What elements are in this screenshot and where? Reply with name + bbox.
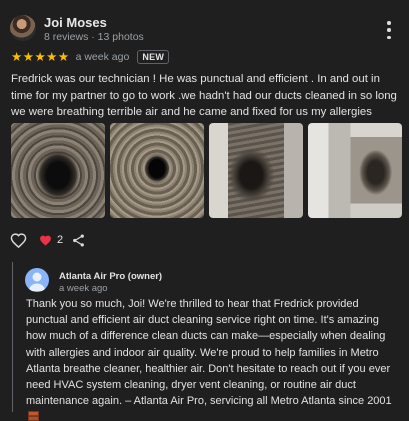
review-photo[interactable] [11,123,105,218]
person-icon [28,272,46,291]
more-options-button[interactable] [383,21,395,39]
brick-emoji-icon [28,411,39,421]
rating-row: ★ ★ ★ ★ ★ a week ago NEW [11,50,170,64]
review-photo[interactable] [308,123,402,218]
owner-reply-time: a week ago [59,283,108,294]
author-meta: 8 reviews · 13 photos [44,31,144,43]
more-dot [387,35,391,39]
owner-reply-text: Thank you so much, Joi! We're thrilled t… [26,296,402,421]
author-name[interactable]: Joi Moses [44,15,107,30]
review-actions: 2 [10,230,86,250]
new-badge: NEW [137,50,170,64]
author-avatar[interactable] [10,15,36,41]
star-icon: ★ [46,50,58,64]
review-time: a week ago [75,51,130,63]
review-card: Joi Moses 8 reviews · 13 photos ★ ★ ★ ★ … [0,0,409,421]
heart-icon [40,235,51,246]
star-icon: ★ [22,50,35,64]
thumb-up-outline-icon [10,232,27,248]
reaction-summary[interactable]: 2 [39,234,63,247]
owner-reply-body: Thank you so much, Joi! We're thrilled t… [26,298,392,408]
owner-avatar [25,268,49,292]
more-dot [387,28,391,32]
star-rating: ★ ★ ★ ★ ★ [11,50,70,64]
review-photos [11,123,402,218]
share-button[interactable] [63,233,86,248]
review-photo[interactable] [110,123,204,218]
owner-reply: Atlanta Air Pro (owner) a week ago Thank… [12,262,398,421]
review-photo[interactable] [209,123,303,218]
more-dot [387,21,391,25]
share-icon [73,234,84,246]
star-icon: ★ [11,50,23,64]
star-icon: ★ [57,50,70,64]
like-button[interactable] [10,232,27,249]
owner-name: Atlanta Air Pro (owner) [59,271,163,282]
star-icon: ★ [34,50,47,64]
